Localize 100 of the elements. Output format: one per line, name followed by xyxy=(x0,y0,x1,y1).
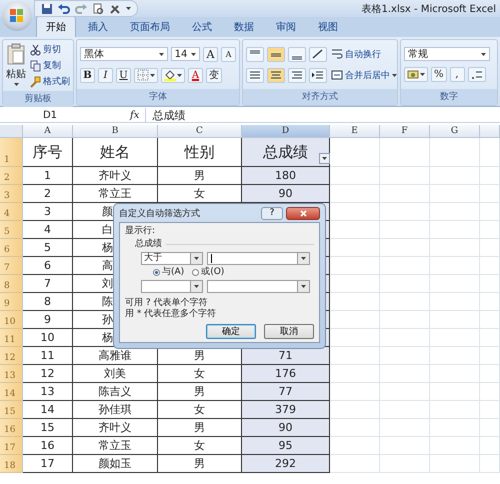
format-painter-button[interactable]: 格式刷 xyxy=(30,75,70,88)
dropdown-arrow-icon[interactable] xyxy=(14,83,18,86)
dropdown-arrow-icon[interactable] xyxy=(301,257,306,260)
row-header[interactable]: 18 xyxy=(0,455,23,473)
row-header[interactable]: 8 xyxy=(0,275,23,293)
radio-icon[interactable] xyxy=(192,269,200,276)
row-header[interactable]: 12 xyxy=(0,347,23,365)
column-header[interactable]: F xyxy=(380,125,430,138)
font-name-field[interactable]: 黑体 xyxy=(80,47,168,61)
horizontal-align-button[interactable] xyxy=(267,68,285,82)
ok-button[interactable]: 确定 xyxy=(206,324,256,339)
paint-bucket-icon[interactable] xyxy=(164,69,176,81)
help-button[interactable]: ? xyxy=(261,206,283,220)
ribbon-tab[interactable]: 插入 xyxy=(78,16,118,37)
indent-button[interactable] xyxy=(309,68,327,82)
dropdown-arrow-icon[interactable] xyxy=(481,52,486,56)
row-header[interactable]: 1 xyxy=(0,138,23,167)
align-icon[interactable] xyxy=(249,69,261,81)
comma-button[interactable]: , xyxy=(450,67,465,82)
merge-cells-icon[interactable] xyxy=(331,69,343,81)
operator-select[interactable]: 大于 xyxy=(141,252,203,265)
column-header[interactable]: E xyxy=(330,125,380,138)
dropdown-arrow-icon[interactable] xyxy=(322,157,327,160)
row-header[interactable]: 3 xyxy=(0,185,23,203)
formula-field[interactable]: 总成绩 xyxy=(145,108,186,122)
name-box[interactable]: D1 xyxy=(0,110,100,120)
filter-button[interactable] xyxy=(319,153,330,164)
row-header[interactable]: 4 xyxy=(0,203,23,221)
ribbon-tab[interactable]: 审阅 xyxy=(266,16,306,37)
horizontal-align-button[interactable] xyxy=(246,68,264,82)
row-header[interactable]: 2 xyxy=(0,167,23,185)
row-header[interactable]: 14 xyxy=(0,383,23,401)
office-button[interactable] xyxy=(2,1,32,31)
currency-button[interactable] xyxy=(404,67,428,82)
font-color-button[interactable]: A xyxy=(188,68,203,82)
ribbon-tab[interactable]: 视图 xyxy=(308,16,348,37)
function-label[interactable]: fx xyxy=(130,110,140,120)
vertical-align-button[interactable] xyxy=(267,46,285,62)
dropdown-arrow-icon[interactable] xyxy=(158,52,164,56)
row-header[interactable]: 10 xyxy=(0,311,23,329)
paste-button[interactable]: 粘贴 xyxy=(6,43,26,88)
row-header[interactable]: 7 xyxy=(0,257,23,275)
row-header[interactable]: 9 xyxy=(0,293,23,311)
row-header[interactable]: 16 xyxy=(0,419,23,437)
currency-icon[interactable] xyxy=(407,68,419,80)
align-icon[interactable] xyxy=(270,69,282,81)
row-header[interactable]: 11 xyxy=(0,329,23,347)
align-icon[interactable] xyxy=(291,69,303,81)
wrap-text-icon[interactable] xyxy=(331,48,343,60)
italic-button[interactable]: I xyxy=(98,68,113,82)
dropdown-arrow-icon[interactable] xyxy=(191,52,196,56)
wrap-text-button[interactable]: 自动换行 xyxy=(331,48,397,60)
row-header[interactable]: 17 xyxy=(0,437,23,455)
dropdown-arrow-icon[interactable] xyxy=(301,285,306,288)
scissors-icon[interactable] xyxy=(30,44,41,56)
cut-button[interactable]: 剪切 xyxy=(30,43,70,56)
undo-icon[interactable] xyxy=(58,2,70,14)
column-header[interactable]: G xyxy=(430,125,480,138)
copy-icon[interactable] xyxy=(30,60,41,72)
fill-color-button[interactable] xyxy=(161,68,185,82)
dropdown-arrow-icon[interactable] xyxy=(392,74,397,76)
percent-button[interactable]: % xyxy=(431,67,447,82)
ribbon-tab[interactable]: 开始 xyxy=(36,16,76,37)
font-size-field[interactable]: 14 xyxy=(170,47,200,61)
save-icon[interactable] xyxy=(41,2,53,14)
row-header[interactable]: 5 xyxy=(0,221,23,239)
column-header[interactable]: B xyxy=(73,125,158,138)
ribbon-tab[interactable]: 数据 xyxy=(224,16,264,37)
merge-center-button[interactable]: 合并后居中 xyxy=(331,68,397,82)
orientation-icon[interactable] xyxy=(312,48,324,60)
close-button[interactable] xyxy=(286,206,320,220)
dropdown-arrow-icon[interactable] xyxy=(150,74,155,76)
underline-button[interactable]: U xyxy=(116,68,131,82)
brush-icon[interactable] xyxy=(30,76,41,88)
row-header[interactable]: 6 xyxy=(0,239,23,257)
row-header[interactable]: 13 xyxy=(0,365,23,383)
dropdown-arrow-icon[interactable] xyxy=(177,74,182,76)
radio-icon[interactable] xyxy=(153,269,160,276)
column-header[interactable]: D xyxy=(242,125,330,138)
tools-icon[interactable] xyxy=(109,2,121,14)
decimal-icon[interactable] xyxy=(470,68,483,80)
column-header[interactable]: A xyxy=(23,125,73,138)
bold-button[interactable]: B xyxy=(80,68,95,82)
indent-icon[interactable] xyxy=(312,69,324,81)
dropdown-arrow-icon[interactable] xyxy=(194,257,199,260)
column-header[interactable]: C xyxy=(158,125,242,138)
number-format-field[interactable]: 常规 xyxy=(404,47,490,61)
increase-decimal-button[interactable] xyxy=(468,67,486,82)
ribbon-tab[interactable]: 页面布局 xyxy=(120,16,180,37)
print-preview-icon[interactable] xyxy=(92,2,104,14)
phonetic-button[interactable]: 变 xyxy=(206,68,222,82)
ribbon-tab[interactable]: 公式 xyxy=(182,16,222,37)
shrink-font-button[interactable]: A xyxy=(221,46,236,62)
row-header[interactable]: 15 xyxy=(0,401,23,419)
horizontal-align-button[interactable] xyxy=(288,68,306,82)
grow-font-button[interactable]: A xyxy=(203,46,218,62)
dropdown-arrow-icon[interactable] xyxy=(194,285,199,288)
orientation-button[interactable] xyxy=(309,46,327,62)
dropdown-arrow-icon[interactable] xyxy=(420,73,425,76)
cancel-button[interactable]: 取消 xyxy=(264,324,314,339)
